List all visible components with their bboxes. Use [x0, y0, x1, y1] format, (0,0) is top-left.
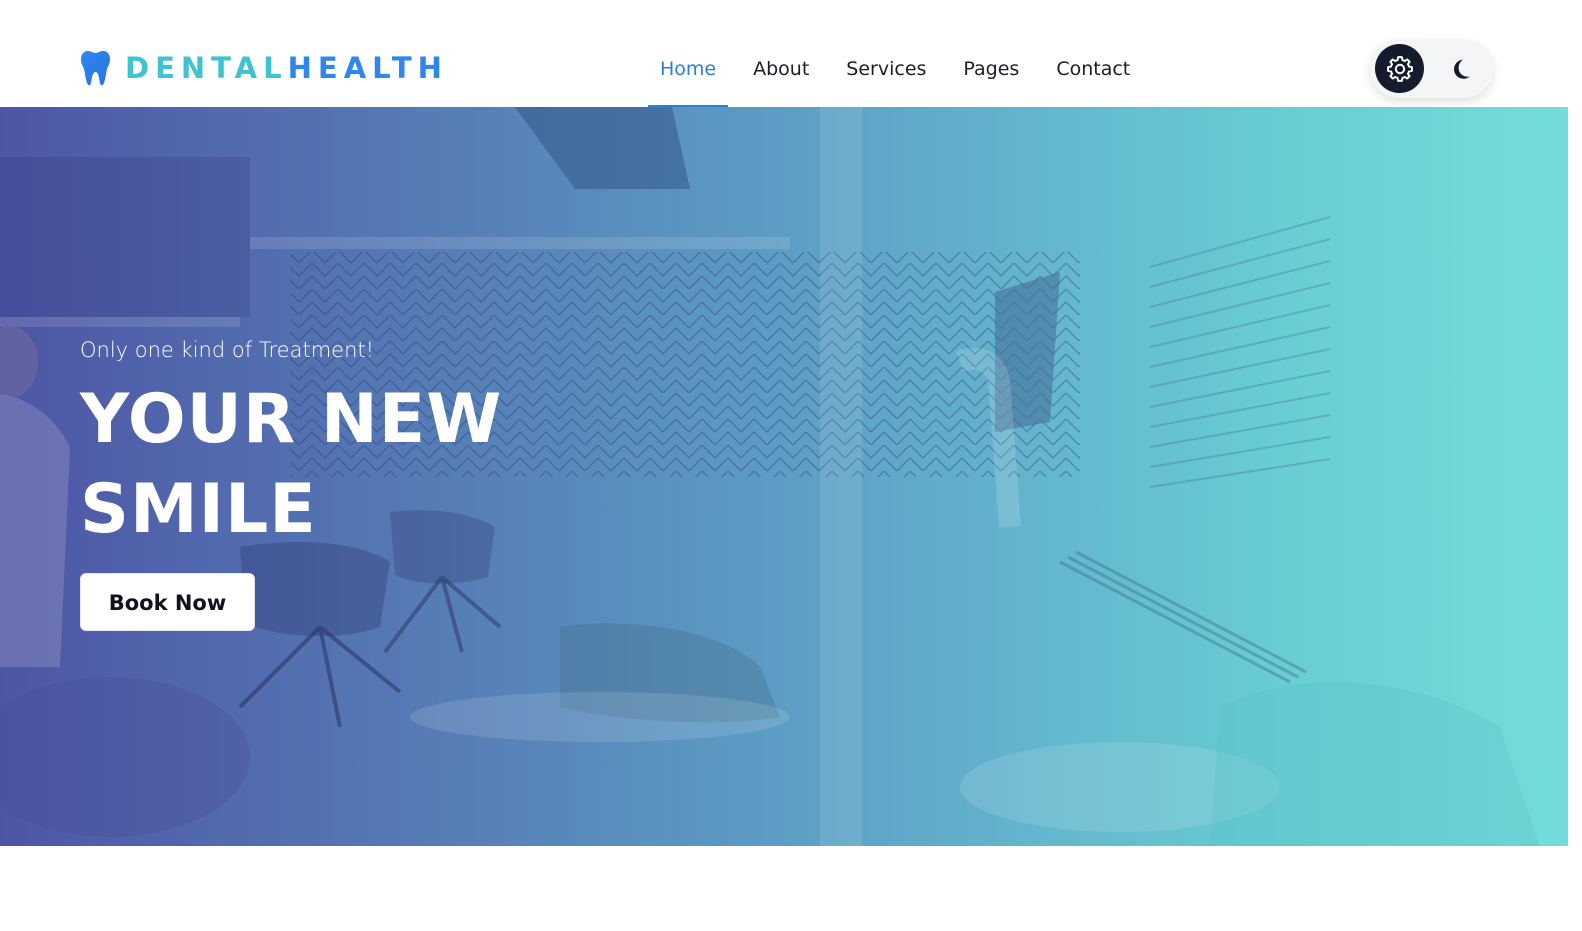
hero-title-line1: YOUR NEW	[80, 380, 503, 459]
brand-name-part1: DENTAL	[125, 51, 288, 85]
brand-name-part2: HEALTH	[287, 51, 448, 85]
nav-item-services[interactable]: Services	[834, 38, 938, 107]
hero-title-line2: SMILE	[80, 470, 317, 549]
main-nav: Home About Services Pages Contact	[648, 38, 1155, 107]
nav-item-about[interactable]: About	[741, 38, 821, 107]
brand-logo[interactable]: DENTALHEALTH	[80, 48, 448, 88]
nav-item-pages[interactable]: Pages	[951, 38, 1031, 107]
brand-name: DENTALHEALTH	[125, 48, 448, 88]
moon-icon	[1453, 59, 1470, 79]
tooth-icon	[81, 51, 110, 86]
book-now-button[interactable]: Book Now	[80, 573, 255, 631]
nav-item-home[interactable]: Home	[648, 38, 729, 107]
hero-banner: Only one kind of Treatment! YOUR NEW SMI…	[0, 107, 1568, 846]
hero-content: Only one kind of Treatment! YOUR NEW SMI…	[80, 337, 780, 631]
nav-item-contact[interactable]: Contact	[1044, 38, 1142, 107]
light-mode-button[interactable]	[1375, 44, 1424, 93]
site-header: DENTALHEALTH Home About Services Pages C…	[0, 0, 1582, 107]
hero-title: YOUR NEW SMILE	[80, 375, 560, 555]
hero-subtitle: Only one kind of Treatment!	[80, 338, 375, 362]
page: DENTALHEALTH Home About Services Pages C…	[0, 0, 1582, 931]
theme-toggle[interactable]	[1370, 39, 1493, 98]
dark-mode-button[interactable]	[1444, 53, 1475, 84]
gear-icon	[1386, 55, 1413, 82]
